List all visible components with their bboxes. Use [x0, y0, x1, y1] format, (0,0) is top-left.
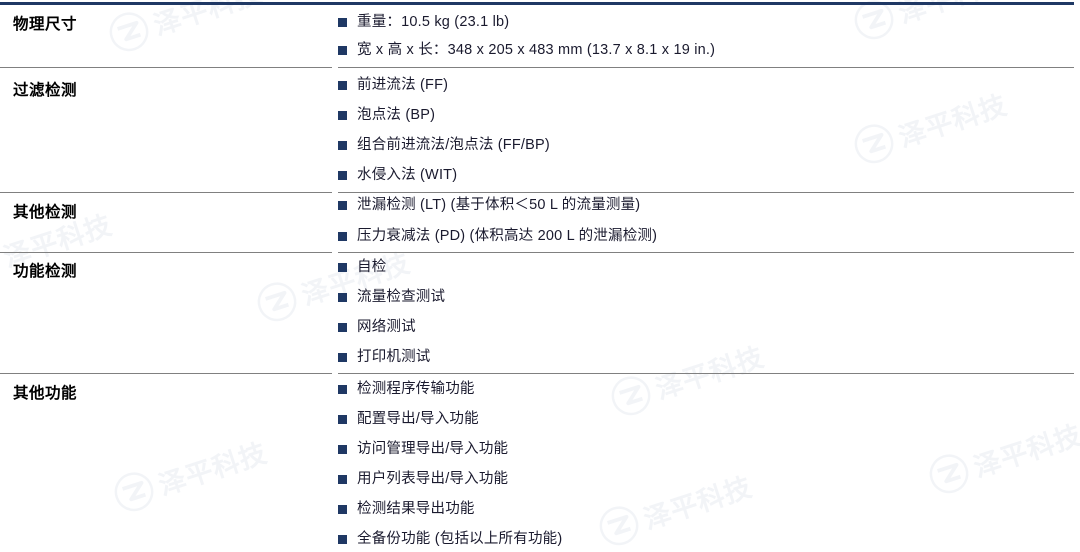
specification-table-page: 泽平科技 泽平科技 泽平科技 泽平科技 泽平科技 泽平科技 泽平科技 泽平科技 … — [0, 0, 1080, 552]
bullet-square-icon — [338, 353, 347, 362]
bullet-square-icon — [338, 81, 347, 90]
section-divider-right — [338, 373, 1074, 374]
section-divider-left — [0, 67, 332, 68]
list-item: 检测结果导出功能 — [338, 500, 475, 518]
list-item: 泡点法 (BP) — [338, 106, 435, 124]
list-item: 泄漏检测 (LT) (基于体积＜50 L 的流量测量) — [338, 196, 640, 214]
section-divider-right — [338, 67, 1074, 68]
bullet-square-icon — [338, 18, 347, 27]
list-item: 全备份功能 (包括以上所有功能) — [338, 530, 562, 548]
category-label: 过滤检测 — [13, 82, 78, 99]
bullet-square-icon — [338, 445, 347, 454]
section-divider-left — [0, 373, 332, 374]
list-item: 水侵入法 (WIT) — [338, 166, 457, 184]
bullet-square-icon — [338, 293, 347, 302]
bullet-square-icon — [338, 535, 347, 544]
list-item-label: 组合前进流法/泡点法 (FF/BP) — [357, 137, 550, 153]
list-item-label: 泡点法 (BP) — [357, 107, 436, 123]
list-item: 打印机测试 — [338, 348, 431, 366]
list-item-label: 检测程序传输功能 — [357, 381, 475, 397]
list-item: 前进流法 (FF) — [338, 76, 448, 94]
list-item-label: 水侵入法 (WIT) — [357, 167, 458, 183]
list-item-label: 流量检查测试 — [357, 289, 446, 305]
section-divider-right — [338, 192, 1074, 193]
section-divider-right — [338, 252, 1074, 253]
category-label: 其他功能 — [13, 385, 78, 402]
list-item-label: 全备份功能 (包括以上所有功能) — [357, 531, 563, 547]
list-item: 检测程序传输功能 — [338, 380, 475, 398]
list-item-label: 重量：10.5 kg (23.1 lb) — [357, 14, 510, 30]
list-item: 访问管理导出/导入功能 — [338, 440, 508, 458]
list-item: 自检 — [338, 258, 386, 276]
list-item: 流量检查测试 — [338, 288, 445, 306]
bullet-square-icon — [338, 46, 347, 55]
list-item-label: 泄漏检测 (LT) (基于体积＜50 L 的流量测量) — [357, 197, 641, 213]
bullet-square-icon — [338, 201, 347, 210]
spec-table: 物理尺寸 重量：10.5 kg (23.1 lb) 宽 x 高 x 长：348 … — [0, 0, 1080, 552]
category-label: 功能检测 — [13, 263, 78, 280]
bullet-square-icon — [338, 385, 347, 394]
bullet-square-icon — [338, 171, 347, 180]
list-item-label: 检测结果导出功能 — [357, 501, 475, 517]
list-item: 宽 x 高 x 长：348 x 205 x 483 mm (13.7 x 8.1… — [338, 41, 715, 59]
bullet-square-icon — [338, 323, 347, 332]
list-item-label: 压力衰减法 (PD) (体积高达 200 L 的泄漏检测) — [357, 228, 658, 244]
list-item: 压力衰减法 (PD) (体积高达 200 L 的泄漏检测) — [338, 227, 657, 245]
list-item: 重量：10.5 kg (23.1 lb) — [338, 13, 509, 31]
category-label: 物理尺寸 — [13, 16, 78, 33]
list-item-label: 用户列表导出/导入功能 — [357, 471, 509, 487]
bullet-square-icon — [338, 263, 347, 272]
list-item-label: 打印机测试 — [357, 349, 431, 365]
section-divider-left — [0, 252, 332, 253]
list-item-label: 配置导出/导入功能 — [357, 411, 479, 427]
list-item-label: 自检 — [357, 259, 387, 275]
list-item-label: 访问管理导出/导入功能 — [357, 441, 509, 457]
list-item: 网络测试 — [338, 318, 416, 336]
category-label: 其他检测 — [13, 204, 78, 221]
bullet-square-icon — [338, 505, 347, 514]
list-item-label: 网络测试 — [357, 319, 416, 335]
list-item: 组合前进流法/泡点法 (FF/BP) — [338, 136, 550, 154]
table-top-rule — [0, 2, 1074, 5]
list-item: 配置导出/导入功能 — [338, 410, 479, 428]
list-item-label: 前进流法 (FF) — [357, 77, 449, 93]
bullet-square-icon — [338, 475, 347, 484]
bullet-square-icon — [338, 415, 347, 424]
bullet-square-icon — [338, 111, 347, 120]
list-item: 用户列表导出/导入功能 — [338, 470, 508, 488]
bullet-square-icon — [338, 141, 347, 150]
list-item-label: 宽 x 高 x 长：348 x 205 x 483 mm (13.7 x 8.1… — [357, 42, 716, 58]
section-divider-left — [0, 192, 332, 193]
bullet-square-icon — [338, 232, 347, 241]
